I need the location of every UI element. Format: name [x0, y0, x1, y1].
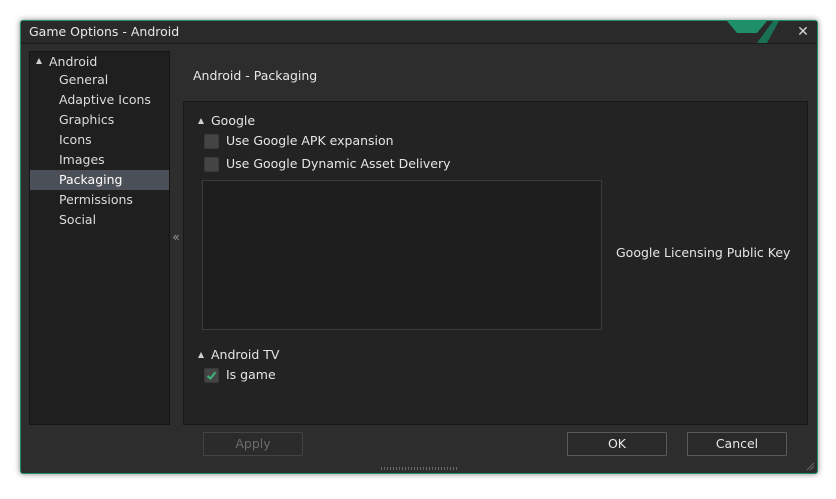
cancel-button[interactable]: Cancel	[687, 432, 787, 456]
checkmark-icon	[206, 371, 217, 380]
sidebar-item-label: Packaging	[59, 172, 123, 187]
section-label: Google	[211, 113, 256, 128]
tree-root-android[interactable]: Android	[30, 52, 169, 72]
sidebar-item-adaptive-icons[interactable]: Adaptive Icons	[30, 90, 169, 110]
triangle-expanded-icon	[198, 352, 204, 358]
game-options-window: Game Options - Android ✕ Android General…	[20, 20, 818, 474]
sidebar-item-packaging[interactable]: Packaging	[30, 170, 169, 190]
sidebar-item-images[interactable]: Images	[30, 150, 169, 170]
close-icon[interactable]: ✕	[795, 24, 811, 40]
tree-root-label: Android	[49, 54, 98, 69]
is-game-checkbox[interactable]	[204, 368, 219, 383]
licensing-key-textarea[interactable]	[202, 180, 602, 330]
sidebar-item-label: General	[59, 72, 109, 87]
sidebar-item-label: Graphics	[59, 112, 115, 127]
resize-grip[interactable]	[381, 467, 457, 470]
sidebar-item-label: Images	[59, 152, 105, 167]
sidebar-item-icons[interactable]: Icons	[30, 130, 169, 150]
sidebar-item-label: Social	[59, 212, 97, 227]
window-title: Game Options - Android	[29, 24, 180, 39]
sidebar-item-permissions[interactable]: Permissions	[30, 190, 169, 210]
packaging-panel: Google Use Google APK expansion Use Goog…	[183, 101, 808, 425]
triangle-expanded-icon	[198, 118, 204, 124]
apk-expansion-label: Use Google APK expansion	[226, 133, 394, 148]
apk-expansion-checkbox[interactable]	[204, 134, 219, 149]
is-game-label: Is game	[226, 367, 276, 382]
section-android-tv-header[interactable]: Android TV	[198, 346, 398, 364]
sidebar-item-label: Adaptive Icons	[59, 92, 151, 107]
double-chevron-left-icon[interactable]: «	[170, 229, 182, 245]
section-google-header[interactable]: Google	[198, 112, 398, 130]
asset-delivery-option[interactable]: Use Google Dynamic Asset Delivery	[204, 155, 504, 173]
sidebar-item-general[interactable]: General	[30, 70, 169, 90]
triangle-expanded-icon	[36, 58, 42, 64]
options-tree: Android General Adaptive Icons Graphics …	[29, 51, 170, 425]
asset-delivery-label: Use Google Dynamic Asset Delivery	[226, 156, 451, 171]
ok-button[interactable]: OK	[567, 432, 667, 456]
page-title: Android - Packaging	[193, 68, 318, 83]
section-label: Android TV	[211, 347, 280, 362]
sidebar-item-label: Permissions	[59, 192, 133, 207]
corner-resize-icon[interactable]	[805, 461, 815, 471]
sidebar-item-social[interactable]: Social	[30, 210, 169, 230]
apply-button[interactable]: Apply	[203, 432, 303, 456]
asset-delivery-checkbox[interactable]	[204, 157, 219, 172]
title-bar[interactable]: Game Options - Android ✕	[21, 21, 817, 44]
is-game-option[interactable]: Is game	[204, 366, 404, 384]
apk-expansion-option[interactable]: Use Google APK expansion	[204, 132, 504, 150]
sidebar-item-graphics[interactable]: Graphics	[30, 110, 169, 130]
licensing-key-label: Google Licensing Public Key	[616, 245, 791, 260]
sidebar-item-label: Icons	[59, 132, 92, 147]
